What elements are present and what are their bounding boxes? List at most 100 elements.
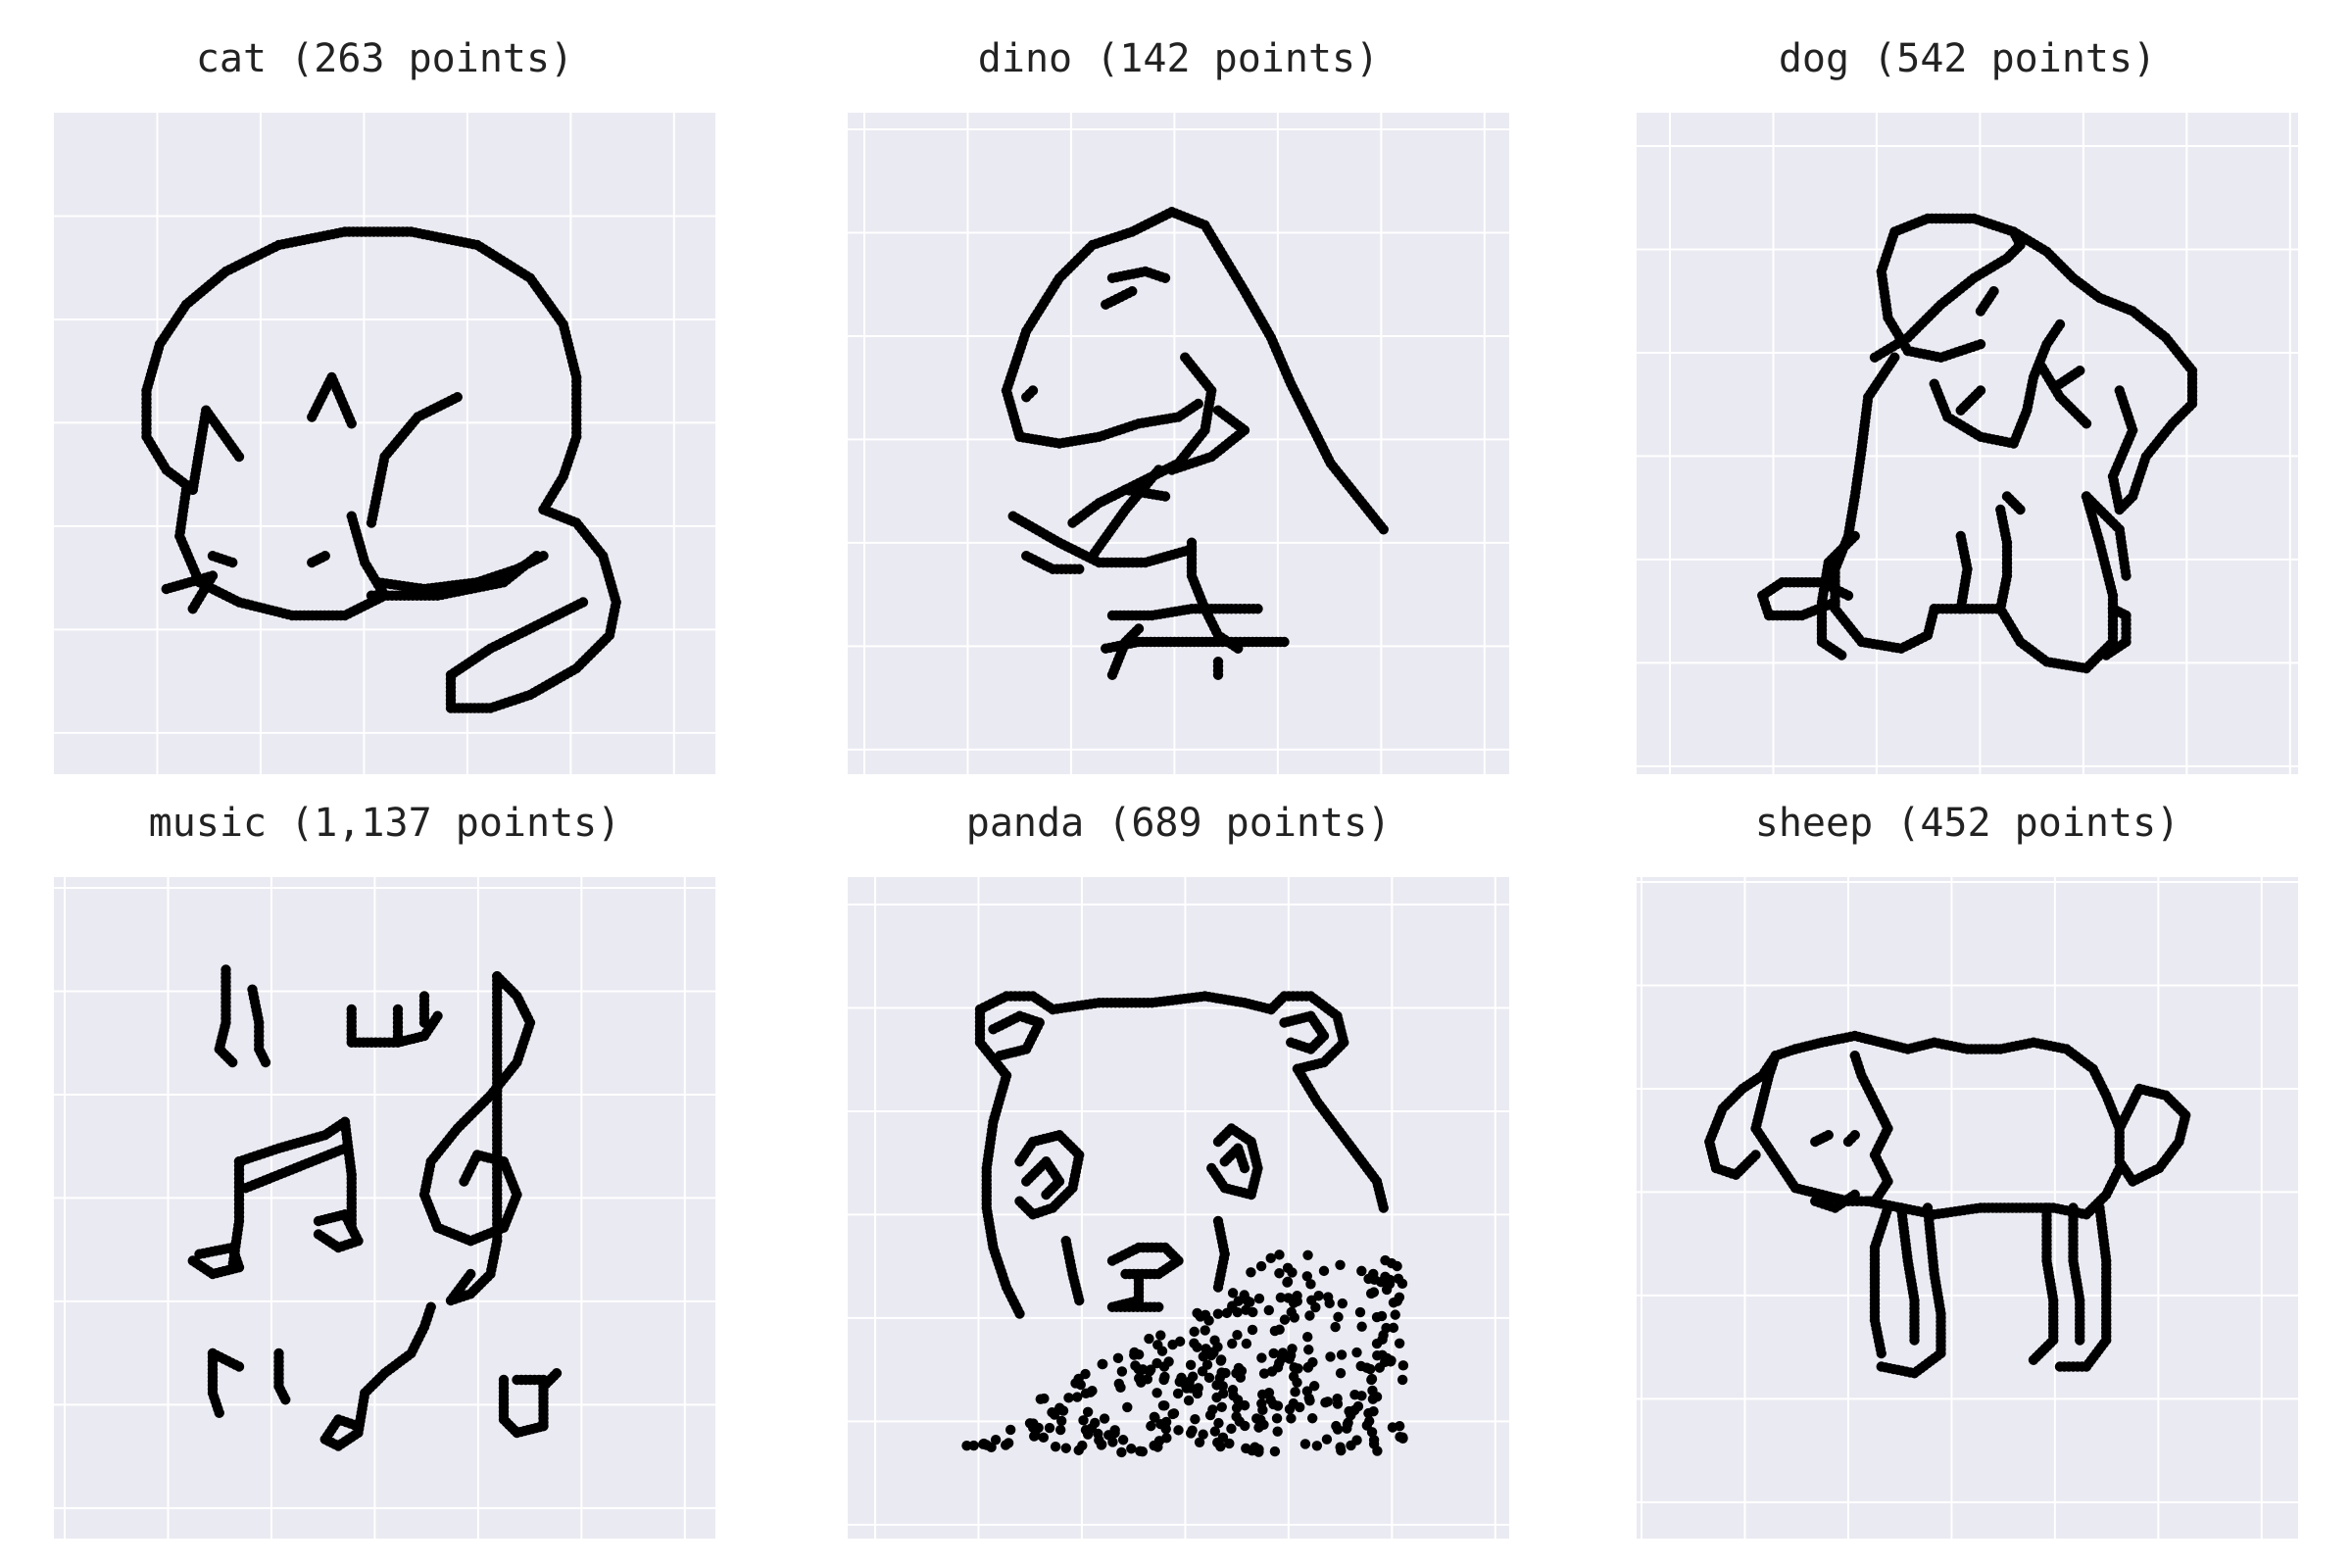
data-point [978,1439,989,1449]
data-point [1292,1377,1302,1388]
data-point [1193,398,1203,410]
data-point [1153,1301,1164,1312]
data-point [1290,1387,1300,1397]
data-point [1282,1276,1294,1288]
data-point [1109,1428,1120,1439]
data-point [227,1056,238,1068]
data-point [1380,1254,1391,1266]
data-point [1097,1439,1107,1450]
data-point [1054,1424,1066,1436]
data-point [1067,517,1078,528]
panel-title: dino (142 points) [977,36,1380,81]
data-point [1265,1004,1277,1015]
data-point [1215,1441,1226,1452]
data-point [1198,1351,1209,1362]
data-point [1212,1308,1224,1319]
data-point [1024,1418,1036,1429]
data-point [1396,1374,1408,1386]
data-point [1378,1202,1389,1213]
data-point [1207,1404,1218,1415]
data-point [1256,1398,1267,1409]
data-point [2054,318,2066,330]
data-point [1352,1400,1364,1412]
data-point [1367,1385,1378,1396]
data-point [1346,1440,1356,1451]
data-point [1272,1426,1283,1437]
panel-title: dog (542 points) [1778,36,2157,81]
data-point [1335,1259,1346,1271]
data-point [1160,1423,1171,1435]
data-point [1282,1262,1294,1274]
data-point [1387,1422,1398,1433]
data-point [260,1056,271,1068]
data-point [1303,1393,1314,1403]
data-point [1080,1368,1091,1380]
data-point [1318,1265,1330,1277]
data-point [1363,1407,1374,1419]
plot-background [1637,113,2298,774]
data-point [1269,1446,1281,1457]
data-point [1750,1150,1761,1160]
data-point [1085,1387,1096,1397]
data-point [1060,1443,1071,1453]
data-point [995,1051,1005,1061]
data-point [1074,1295,1085,1306]
data-point [1397,1360,1409,1371]
data-point [1258,1368,1270,1379]
data-point [1356,1265,1367,1277]
data-point [280,1395,291,1405]
data-point [233,1361,245,1372]
data-point [1232,1395,1244,1405]
data-point [968,1440,979,1451]
data-point [1127,286,1138,297]
data-point [1302,1362,1313,1373]
data-point [1336,1349,1348,1360]
data-point [1126,1444,1137,1454]
data-point [1311,1441,1323,1451]
data-point [1212,405,1224,416]
data-point [1274,1324,1285,1335]
data-point [1120,1268,1131,1280]
data-point [2081,418,2092,429]
data-point [1253,1444,1264,1455]
data-point [1849,1130,1860,1141]
data-point [1215,1355,1226,1366]
data-point [1136,1377,1147,1388]
data-point [1321,1434,1333,1445]
data-point [2114,385,2125,396]
data-point [1397,1433,1408,1445]
data-point [1027,385,1039,396]
data-point [1279,636,1290,648]
data-point [1194,1437,1205,1447]
panel-dog: dog (542 points) [1637,29,2298,774]
data-point [1073,1445,1084,1456]
data-point [1146,1364,1156,1375]
data-point [1313,1291,1324,1301]
panel-cat: cat (263 points) [54,29,715,774]
data-point [1842,590,1854,601]
data-point [1396,1278,1408,1290]
data-point [1173,1425,1184,1436]
data-point [1301,1271,1313,1282]
data-point [1302,1250,1313,1260]
data-point [1185,1359,1197,1371]
data-point [1112,1352,1124,1364]
data-point [1192,1388,1203,1399]
data-point [1242,1296,1253,1306]
data-point [1995,504,2006,515]
data-point [1074,564,1085,574]
data-point [459,1176,469,1187]
data-point [1159,1371,1170,1383]
data-point [1014,1308,1025,1319]
data-point [1044,1422,1055,1434]
data-point [1200,1325,1210,1336]
data-point [1248,1306,1258,1318]
data-point [1876,1348,1886,1359]
data-point [1392,1260,1402,1272]
data-point [1049,1409,1060,1420]
data-point [1955,530,1966,542]
data-point [1014,1196,1025,1206]
data-point [1336,1446,1347,1456]
data-point [1184,1376,1195,1388]
data-point [2015,504,2026,515]
